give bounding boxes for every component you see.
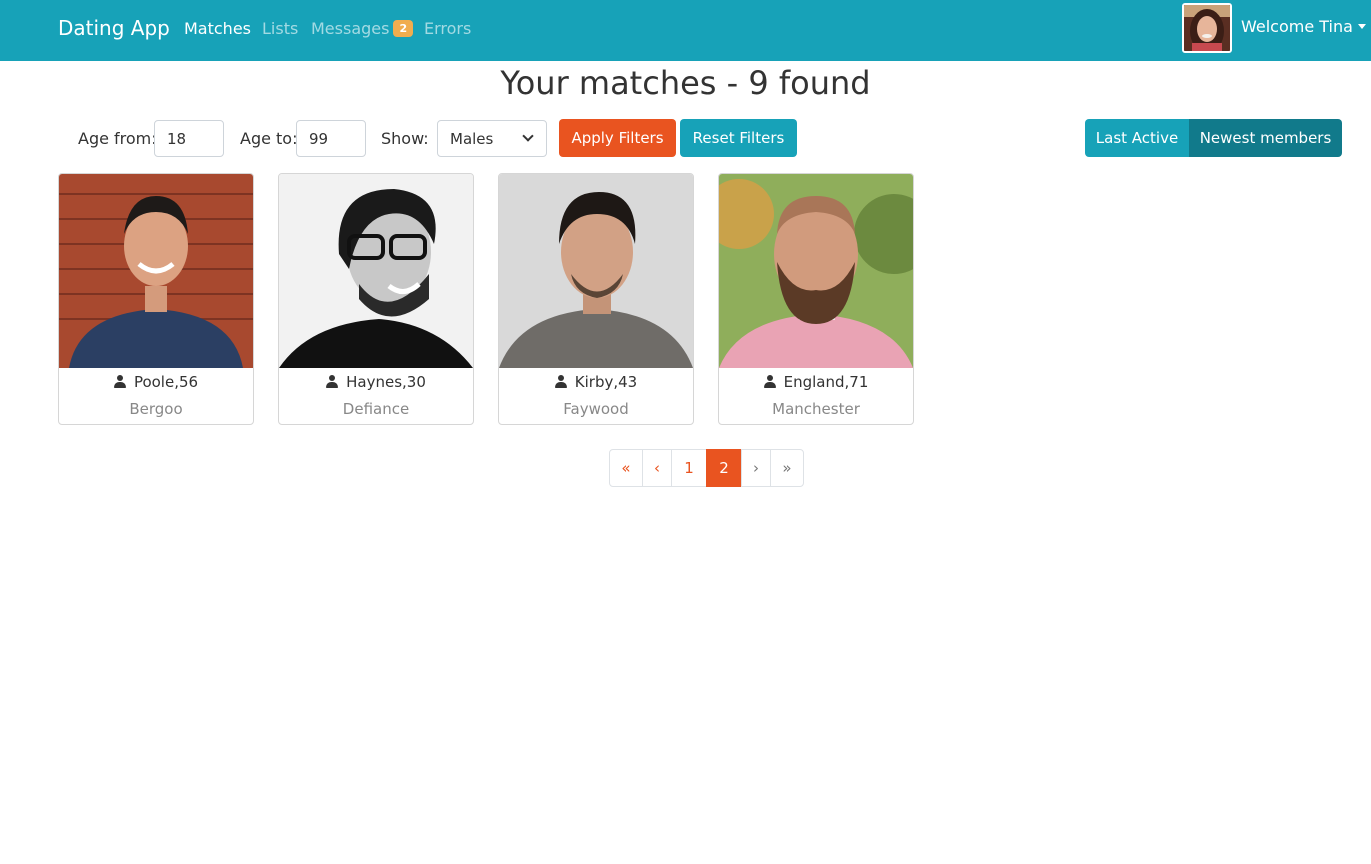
user-icon (113, 375, 126, 388)
page-next-button[interactable]: › (741, 449, 771, 487)
page-last-button[interactable]: » (770, 449, 804, 487)
chevron-down-icon (522, 130, 534, 142)
gender-select-value: Males (450, 130, 494, 148)
member-name-line: England,71 (719, 373, 913, 391)
age-to-label: Age to: (240, 129, 298, 148)
page-title: Your matches - 9 found (500, 64, 871, 102)
age-from-input[interactable]: 18 (154, 120, 224, 157)
member-photo (59, 174, 253, 368)
nav-lists[interactable]: Lists (262, 19, 298, 38)
member-name-line: Haynes,30 (279, 373, 473, 391)
member-name-line: Poole,56 (59, 373, 253, 391)
member-city: Defiance (342, 400, 410, 418)
messages-badge: 2 (393, 20, 414, 37)
sort-newest-members-button[interactable]: Newest members (1189, 119, 1342, 157)
page-1-button[interactable]: 1 (671, 449, 707, 487)
member-city: Manchester (772, 400, 860, 418)
member-photo (499, 174, 693, 368)
sort-last-active-button[interactable]: Last Active (1085, 119, 1189, 157)
member-card[interactable]: Poole,56 Bergoo (58, 173, 254, 425)
member-name-age: England,71 (783, 373, 869, 391)
member-card[interactable]: Kirby,43 Faywood (498, 173, 694, 425)
age-from-label: Age from: (78, 129, 157, 148)
user-avatar[interactable] (1182, 3, 1232, 53)
navbar: Dating App Matches Lists Messages 2 Error… (0, 0, 1371, 61)
pagination: « ‹ 1 2 › » (609, 449, 804, 487)
age-to-input[interactable]: 99 (296, 120, 366, 157)
caret-down-icon (1357, 24, 1366, 29)
member-name-age: Haynes,30 (346, 373, 426, 391)
reset-filters-button[interactable]: Reset Filters (680, 119, 797, 157)
member-card[interactable]: Haynes,30 Defiance (278, 173, 474, 425)
welcome-text: Welcome Tina (1241, 17, 1353, 36)
sort-button-group: Last Active Newest members (1085, 119, 1342, 157)
nav-errors[interactable]: Errors (424, 19, 471, 38)
member-city: Bergoo (129, 400, 183, 418)
page-first-button[interactable]: « (609, 449, 643, 487)
member-photo (719, 174, 913, 368)
show-label: Show: (381, 129, 429, 148)
member-card[interactable]: England,71 Manchester (718, 173, 914, 425)
nav-messages[interactable]: Messages 2 (311, 19, 414, 38)
member-photo (279, 174, 473, 368)
apply-filters-button[interactable]: Apply Filters (559, 119, 676, 157)
user-menu-toggle[interactable]: Welcome Tina (1241, 17, 1366, 36)
member-name-line: Kirby,43 (499, 373, 693, 391)
member-city: Faywood (563, 400, 629, 418)
user-icon (554, 375, 567, 388)
member-name-age: Kirby,43 (574, 373, 638, 391)
user-icon (326, 375, 339, 388)
brand-link[interactable]: Dating App (58, 16, 170, 40)
user-icon (763, 375, 776, 388)
member-name-age: Poole,56 (133, 373, 199, 391)
page-prev-button[interactable]: ‹ (642, 449, 672, 487)
nav-matches[interactable]: Matches (184, 19, 251, 38)
page-2-button[interactable]: 2 (706, 449, 742, 487)
nav-messages-label: Messages (311, 19, 390, 38)
gender-select[interactable]: Males (437, 120, 547, 157)
